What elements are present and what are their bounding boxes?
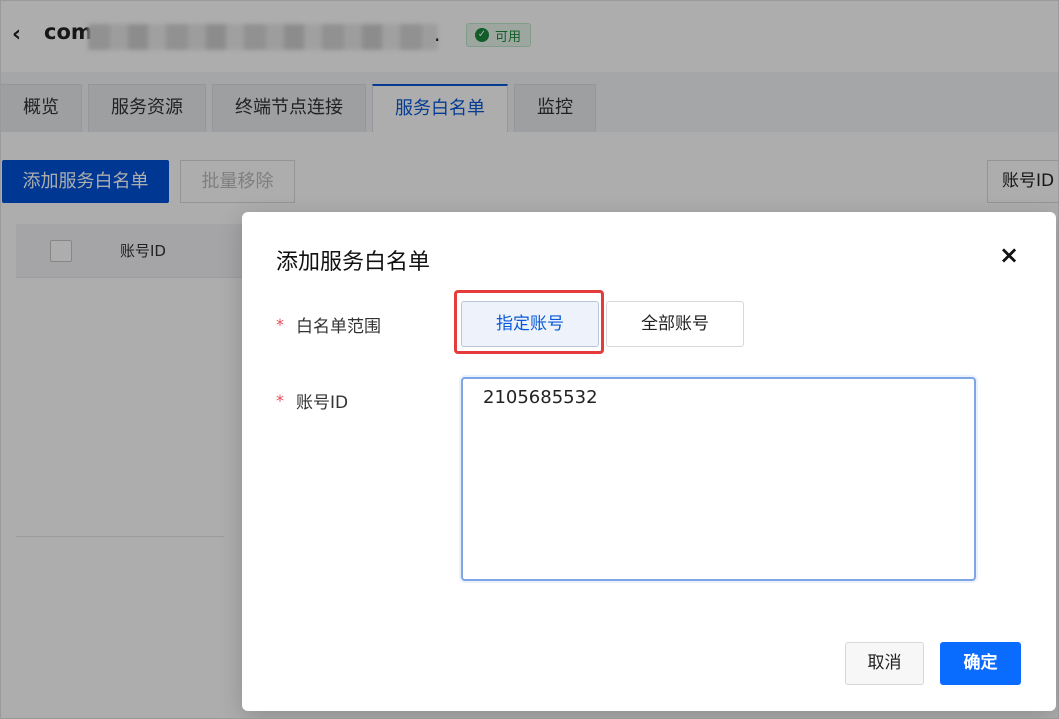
required-mark: * bbox=[276, 391, 284, 410]
scope-option-all[interactable]: 全部账号 bbox=[606, 301, 744, 347]
account-id-label: * 账号ID bbox=[276, 388, 348, 413]
cancel-button[interactable]: 取消 bbox=[845, 642, 924, 685]
account-id-input[interactable]: 2105685532 bbox=[461, 377, 976, 581]
close-icon[interactable]: × bbox=[998, 243, 1020, 267]
scope-label-text: 白名单范围 bbox=[296, 317, 381, 337]
required-mark: * bbox=[276, 315, 284, 334]
scope-label: * 白名单范围 bbox=[276, 312, 381, 337]
scope-option-specified[interactable]: 指定账号 bbox=[461, 301, 599, 347]
account-id-label-text: 账号ID bbox=[296, 393, 349, 413]
add-whitelist-dialog: 添加服务白名单 × * 白名单范围 指定账号 全部账号 * 账号ID 21056… bbox=[242, 212, 1056, 711]
confirm-button[interactable]: 确定 bbox=[940, 642, 1021, 685]
dialog-title: 添加服务白名单 bbox=[276, 250, 431, 275]
